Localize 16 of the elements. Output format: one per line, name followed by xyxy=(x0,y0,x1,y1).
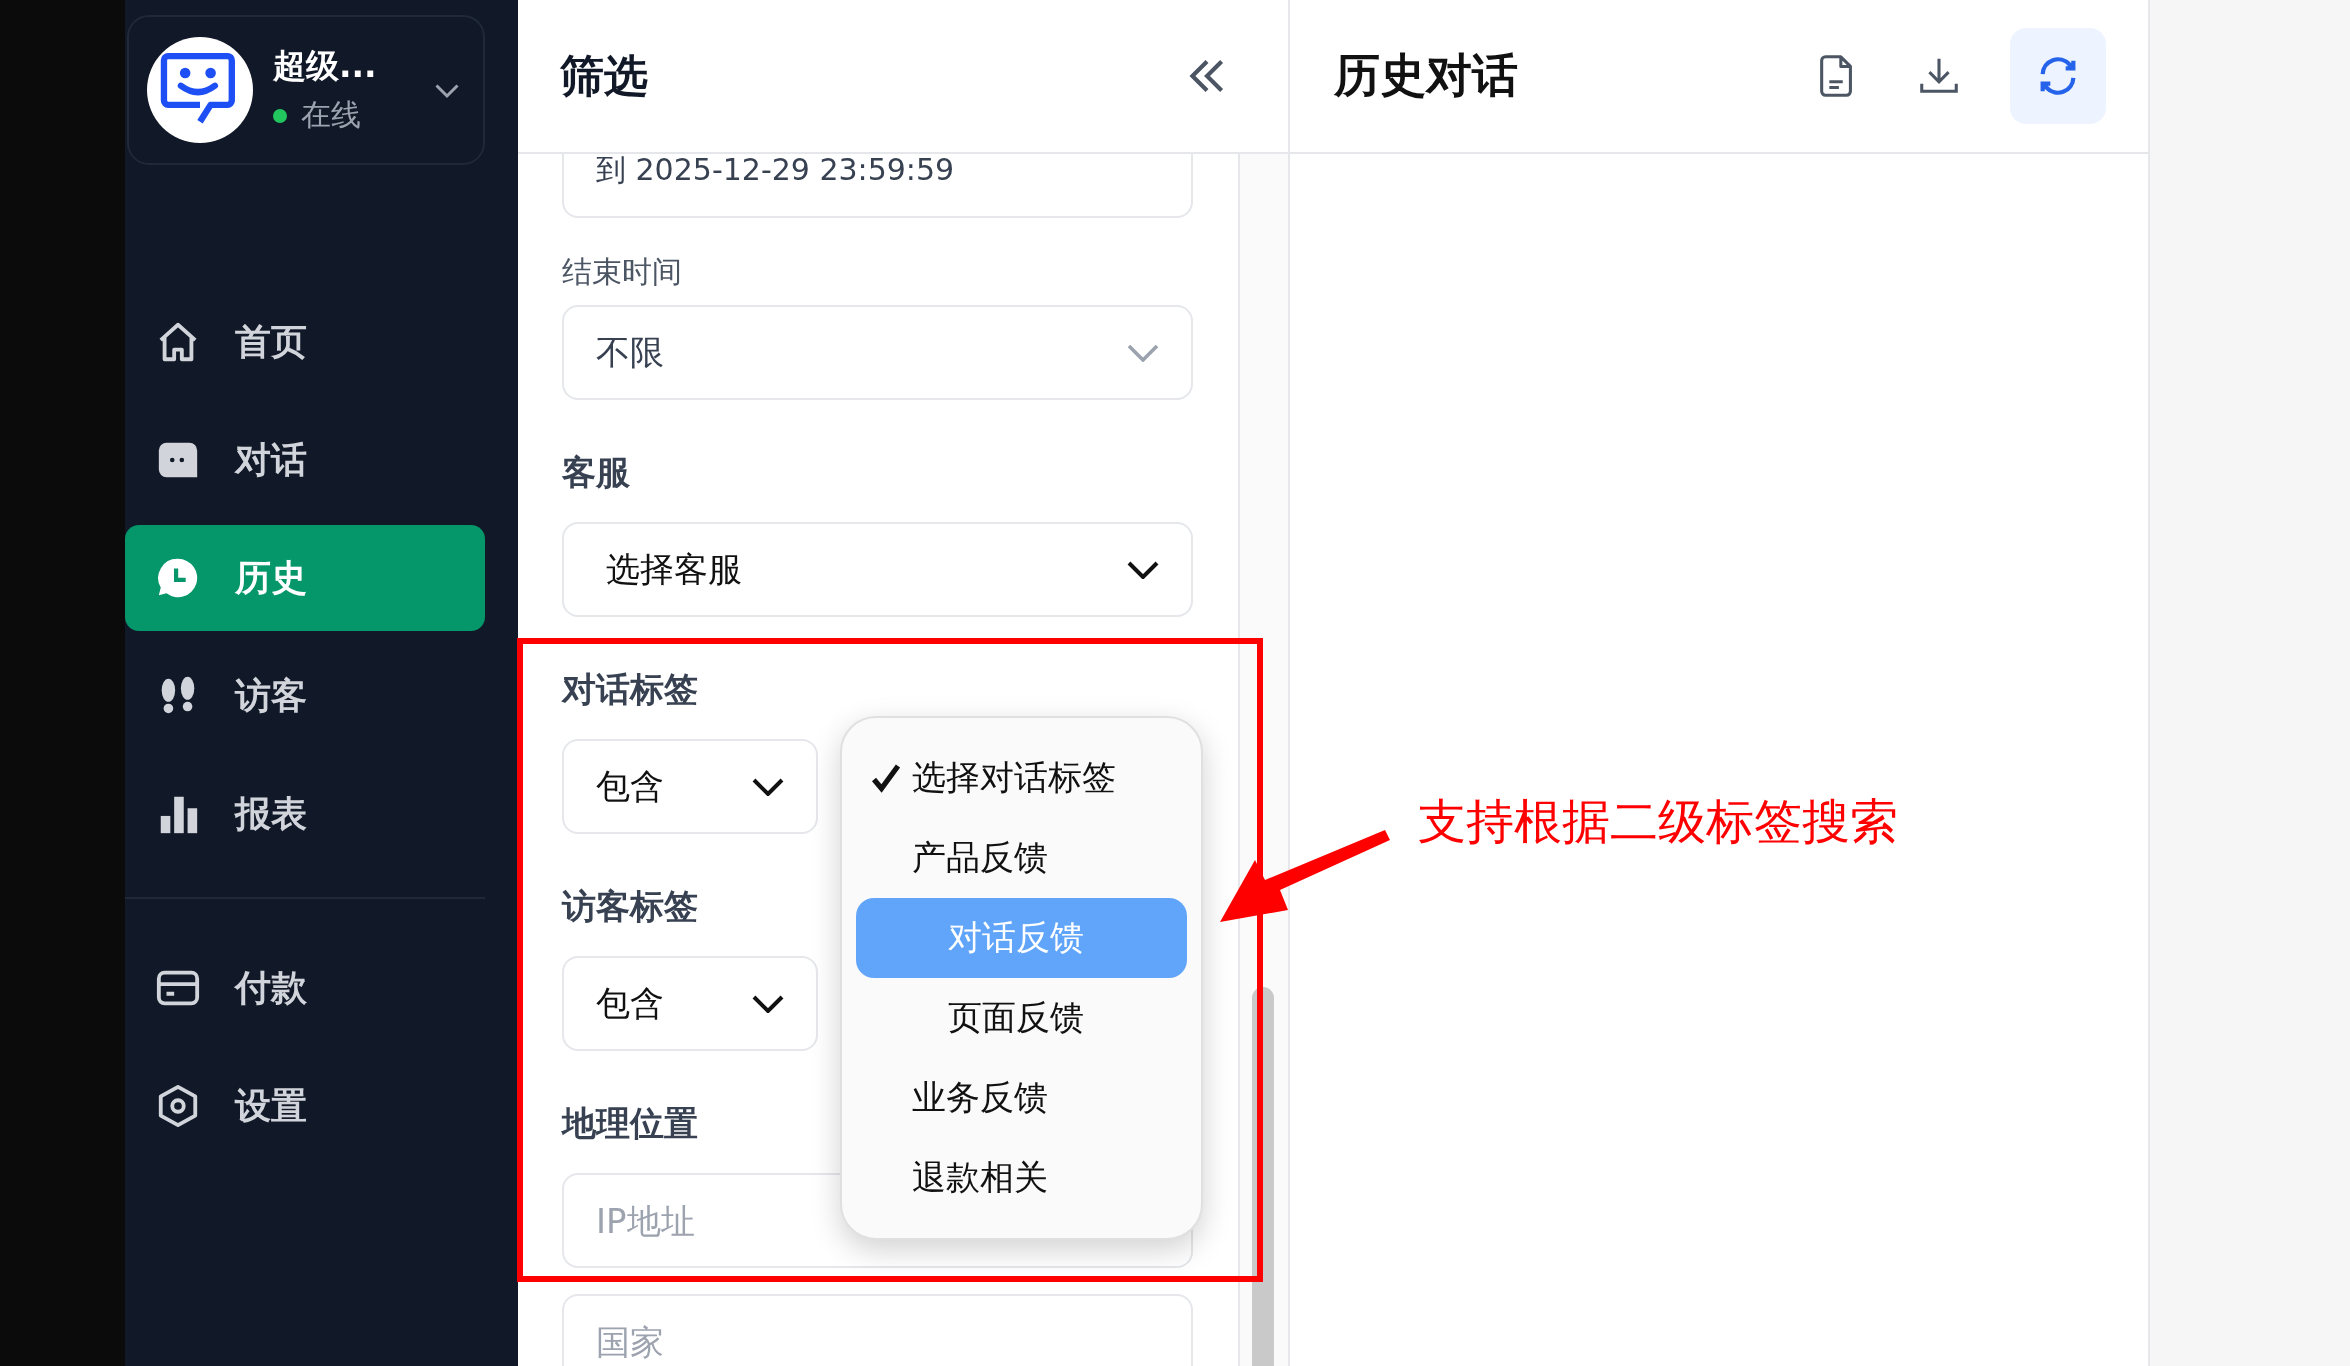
field-label: 访客标签 xyxy=(562,885,698,928)
field-label: 客服 xyxy=(562,451,630,494)
option-label: 产品反馈 xyxy=(912,836,1048,879)
field-label: 地理位置 xyxy=(562,1102,698,1145)
option-label: 对话反馈 xyxy=(948,916,1084,959)
option-label: 选择对话标签 xyxy=(912,756,1116,799)
status-text: 在线 xyxy=(301,96,361,134)
field-label: 结束时间 xyxy=(562,253,682,291)
option-label: 业务反馈 xyxy=(912,1076,1048,1119)
annotation-text: 支持根据二级标签搜索 xyxy=(1418,792,1898,851)
panel-title: 筛选 xyxy=(560,48,648,103)
option-label: 页面反馈 xyxy=(948,996,1084,1039)
field-label: 对话标签 xyxy=(562,668,698,711)
option-label: 退款相关 xyxy=(912,1156,1048,1199)
panel-title: 历史对话 xyxy=(1334,47,1518,104)
user-name: 超级... xyxy=(273,45,378,87)
